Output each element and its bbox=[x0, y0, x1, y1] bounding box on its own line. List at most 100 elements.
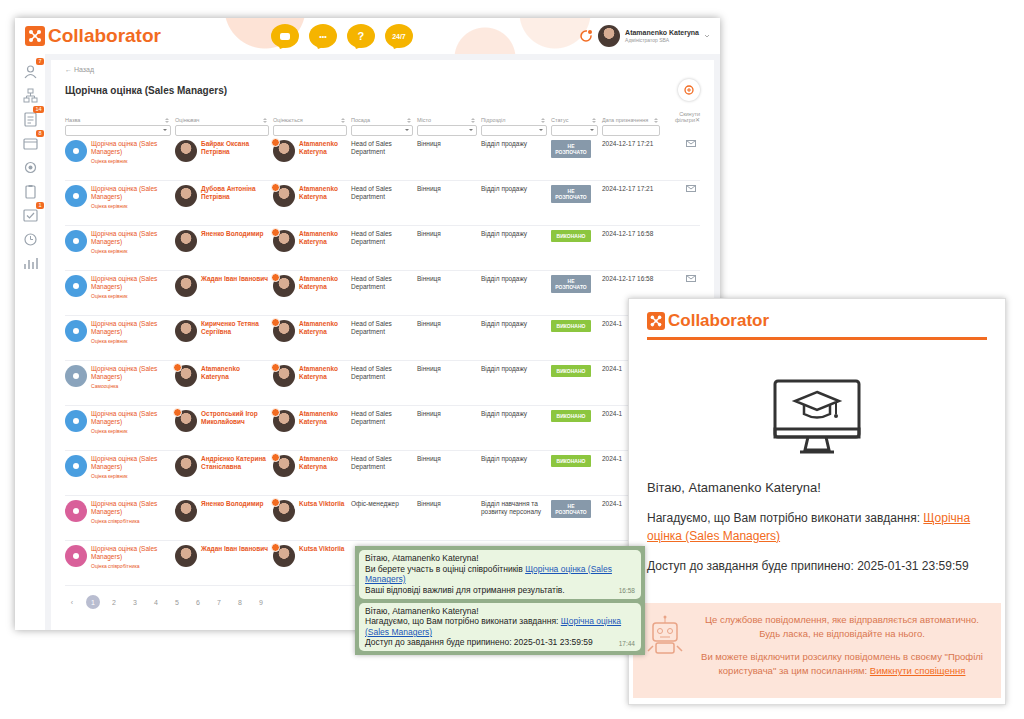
table-row[interactable]: Щорічна оцінка (Sales Managers)Оцінка ке… bbox=[65, 181, 700, 226]
page-button[interactable]: 3 bbox=[128, 595, 142, 609]
filter-select[interactable] bbox=[351, 125, 413, 136]
table-row[interactable]: Щорічна оцінка (Sales Managers)Оцінка ке… bbox=[65, 451, 700, 496]
assessment-icon bbox=[65, 365, 87, 387]
user-menu[interactable]: Atamanenko KaterynaАдміністратор SBA bbox=[579, 25, 710, 47]
page-button[interactable]: 1 bbox=[86, 595, 100, 609]
sort-icon[interactable] bbox=[592, 118, 596, 123]
column-header[interactable]: Оцінювач bbox=[175, 117, 273, 123]
page-button[interactable]: 4 bbox=[149, 595, 163, 609]
assessment-link[interactable]: Щорічна оцінка (Sales Managers) bbox=[91, 410, 171, 426]
evaluator-name[interactable]: Жадан Іван Іванович bbox=[201, 545, 268, 553]
page-button[interactable]: 5 bbox=[170, 595, 184, 609]
evaluated-name[interactable]: Kutsa Viktoriia bbox=[299, 500, 344, 508]
column-header[interactable]: Місто bbox=[417, 117, 481, 123]
assessment-link[interactable]: Щорічна оцінка (Sales Managers) bbox=[91, 320, 171, 336]
assessment-type: Оцінка керівник bbox=[91, 338, 171, 344]
page-button[interactable]: 8 bbox=[233, 595, 247, 609]
sidebar-item[interactable] bbox=[23, 256, 38, 271]
sort-icon[interactable] bbox=[165, 118, 169, 123]
column-header[interactable]: Посада bbox=[351, 117, 417, 123]
evaluated-name[interactable]: Atamanenko Kateryna bbox=[299, 185, 347, 201]
evaluated-name[interactable]: Atamanenko Kateryna bbox=[299, 410, 347, 426]
assessment-link[interactable]: Щорічна оцінка (Sales Managers) bbox=[91, 275, 171, 291]
support-bubble[interactable]: 24/7 bbox=[385, 24, 413, 48]
column-header[interactable]: Підрозділ bbox=[481, 117, 551, 123]
remind-button[interactable] bbox=[686, 141, 696, 148]
evaluator-name[interactable]: Байрак Оксана Петрівна bbox=[201, 140, 269, 156]
filter-select[interactable] bbox=[417, 125, 477, 136]
app-logo[interactable]: Collaborator bbox=[25, 25, 161, 47]
support-bubble[interactable]: ••• bbox=[309, 24, 337, 48]
sidebar-item[interactable]: 7 bbox=[23, 64, 38, 79]
assessment-link[interactable]: Щорічна оцінка (Sales Managers) bbox=[91, 185, 171, 201]
remind-button[interactable] bbox=[686, 276, 696, 283]
evaluator-name[interactable]: Жадан Іван Іванович bbox=[201, 275, 268, 283]
table-row[interactable]: Щорічна оцінка (Sales Managers)Оцінка ке… bbox=[65, 271, 700, 316]
page-button[interactable]: 2 bbox=[107, 595, 121, 609]
sort-down-icon bbox=[471, 121, 475, 123]
column-header[interactable]: Статус bbox=[551, 117, 602, 123]
reset-filters[interactable]: Скинути фільтри✕ bbox=[664, 111, 700, 123]
evaluated-name[interactable]: Atamanenko Kateryna bbox=[299, 365, 347, 381]
sort-icon[interactable] bbox=[471, 118, 475, 123]
filter-select[interactable] bbox=[481, 125, 547, 136]
evaluator-name[interactable]: Андрієнко Катерина Станіславна bbox=[201, 455, 269, 471]
page-button[interactable]: 7 bbox=[212, 595, 226, 609]
assessment-link[interactable]: Щорічна оцінка (Sales Managers) bbox=[91, 230, 171, 246]
sidebar-item[interactable] bbox=[23, 184, 38, 199]
evaluated-name[interactable]: Atamanenko Kateryna bbox=[299, 140, 347, 156]
sidebar-item[interactable] bbox=[23, 160, 38, 175]
evaluated-name[interactable]: Kutsa Viktoriia bbox=[299, 545, 344, 553]
assessment-link[interactable]: Щорічна оцінка (Sales Managers) bbox=[91, 545, 171, 561]
unsubscribe-link[interactable]: Вимкнути сповіщення bbox=[870, 665, 966, 676]
table-row[interactable]: Щорічна оцінка (Sales Managers)Оцінка ке… bbox=[65, 136, 700, 181]
page-button[interactable]: 6 bbox=[191, 595, 205, 609]
sidebar-item[interactable]: 8 bbox=[23, 136, 38, 151]
evaluator-name[interactable]: Atamanenko Kateryna bbox=[201, 365, 269, 381]
evaluated-name[interactable]: Atamanenko Kateryna bbox=[299, 320, 347, 336]
assessment-link[interactable]: Щорічна оцінка (Sales Managers) bbox=[91, 455, 171, 471]
evaluator-name[interactable]: Яненко Володимир bbox=[201, 230, 263, 238]
table-row[interactable]: Щорічна оцінка (Sales Managers) Оцінка ке… bbox=[65, 316, 700, 361]
table-row[interactable]: Щорічна оцінка (Sales Managers)Самооцінк… bbox=[65, 361, 700, 406]
status-badge: НЕ РОЗПОЧАТО bbox=[551, 275, 591, 293]
support-bubble[interactable]: ? bbox=[347, 24, 375, 48]
column-header[interactable]: Оцінюється bbox=[273, 117, 351, 123]
sidebar-item[interactable]: 14 bbox=[23, 112, 38, 127]
sidebar-item[interactable] bbox=[23, 88, 38, 103]
column-header[interactable]: Назва bbox=[65, 117, 175, 123]
evaluated-name[interactable]: Atamanenko Kateryna bbox=[299, 455, 347, 471]
evaluator-name[interactable]: Кириченко Тетяна Сергіївна bbox=[201, 320, 269, 336]
sort-icon[interactable] bbox=[263, 118, 267, 123]
chat-bubble[interactable] bbox=[271, 24, 299, 48]
sort-icon[interactable] bbox=[341, 118, 345, 123]
assessment-icon-dot bbox=[73, 148, 79, 154]
assessment-link[interactable]: Щорічна оцінка (Sales Managers) bbox=[91, 365, 171, 381]
evaluated-name[interactable]: Atamanenko Kateryna bbox=[299, 275, 347, 291]
filter-input[interactable] bbox=[175, 125, 269, 136]
sort-icon[interactable] bbox=[407, 118, 411, 123]
evaluator-name[interactable]: Яненко Володимир bbox=[201, 500, 263, 508]
export-button[interactable] bbox=[678, 79, 700, 101]
prev-page[interactable]: ‹ bbox=[65, 595, 79, 609]
page-button[interactable]: 9 bbox=[254, 595, 268, 609]
assessment-link[interactable]: Щорічна оцінка (Sales Managers) bbox=[91, 500, 171, 516]
evaluator-name[interactable]: Дубова Антоніна Петрівна bbox=[201, 185, 269, 201]
table-row[interactable]: Щорічна оцінка (Sales Managers)Оцінка сп… bbox=[65, 496, 700, 541]
filter-select[interactable] bbox=[65, 125, 171, 136]
filter-select[interactable] bbox=[551, 125, 598, 136]
table-row[interactable]: Щорічна оцінка (Sales Managers)Оцінка ке… bbox=[65, 406, 700, 451]
sidebar-item[interactable]: 1 bbox=[23, 208, 38, 223]
sort-icon[interactable] bbox=[541, 118, 545, 123]
table-row[interactable]: Щорічна оцінка (Sales Managers)Оцінка ке… bbox=[65, 226, 700, 271]
filter-input[interactable] bbox=[602, 125, 660, 136]
evaluated-name[interactable]: Atamanenko Kateryna bbox=[299, 230, 347, 246]
sidebar-item[interactable] bbox=[23, 232, 38, 247]
back-link[interactable]: ← Назад bbox=[65, 66, 700, 73]
column-header[interactable]: Дата призначення bbox=[602, 117, 664, 123]
sort-icon[interactable] bbox=[654, 118, 658, 123]
remind-button[interactable] bbox=[686, 186, 696, 193]
assessment-link[interactable]: Щорічна оцінка (Sales Managers) bbox=[91, 140, 171, 156]
filter-input[interactable] bbox=[273, 125, 347, 136]
evaluator-name[interactable]: Остропський Ігор Миколайович bbox=[201, 410, 269, 426]
